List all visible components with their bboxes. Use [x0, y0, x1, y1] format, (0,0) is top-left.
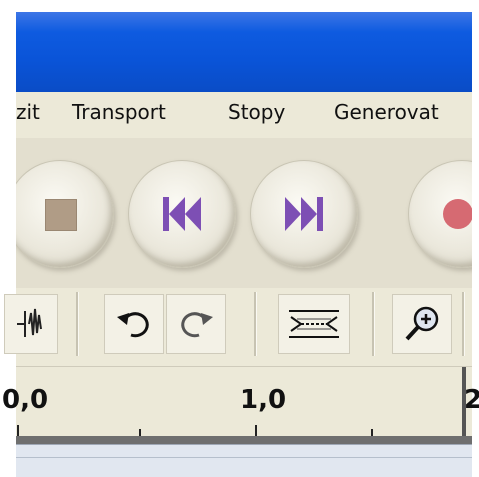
record-icon [443, 199, 472, 229]
undo-icon [117, 312, 149, 338]
zoom-in-button[interactable] [392, 294, 452, 354]
ruler-ticks [17, 425, 373, 437]
menu-bar: zit Transport Stopy Generovat [16, 92, 472, 139]
toolbar-divider [254, 292, 257, 356]
fit-selection-icon [289, 310, 339, 338]
audio-edit-button[interactable] [4, 294, 58, 354]
title-bar[interactable] [16, 12, 472, 92]
stop-button[interactable] [16, 160, 114, 268]
audio-track[interactable] [16, 444, 472, 477]
skip-to-start-button[interactable] [128, 160, 236, 268]
toolbar-divider [462, 292, 465, 356]
skip-to-start-icon [163, 197, 201, 231]
redo-icon [181, 312, 213, 338]
skip-to-end-icon [285, 197, 323, 231]
track-center-line [16, 457, 472, 458]
redo-button[interactable] [166, 294, 226, 354]
toolbar-divider [76, 292, 79, 356]
skip-to-end-button[interactable] [250, 160, 358, 268]
stop-icon [45, 199, 77, 231]
playhead-marker[interactable] [462, 367, 466, 437]
fit-selection-button[interactable] [278, 294, 350, 354]
toolbar-divider [372, 292, 375, 356]
menu-item-tracks[interactable]: Stopy [228, 100, 285, 124]
transport-toolbar [16, 138, 472, 288]
zoom-in-icon [405, 306, 439, 341]
record-button[interactable] [408, 160, 472, 268]
waveform-icon [17, 308, 42, 337]
track-separator [16, 436, 472, 444]
edit-toolbar [4, 288, 472, 366]
undo-button[interactable] [104, 294, 164, 354]
menu-item-edit[interactable]: zit [16, 100, 40, 124]
timeline-ruler[interactable]: 0,0 1,0 2 [2, 366, 479, 437]
menu-item-transport[interactable]: Transport [72, 100, 166, 124]
menu-item-generate[interactable]: Generovat [334, 100, 439, 124]
